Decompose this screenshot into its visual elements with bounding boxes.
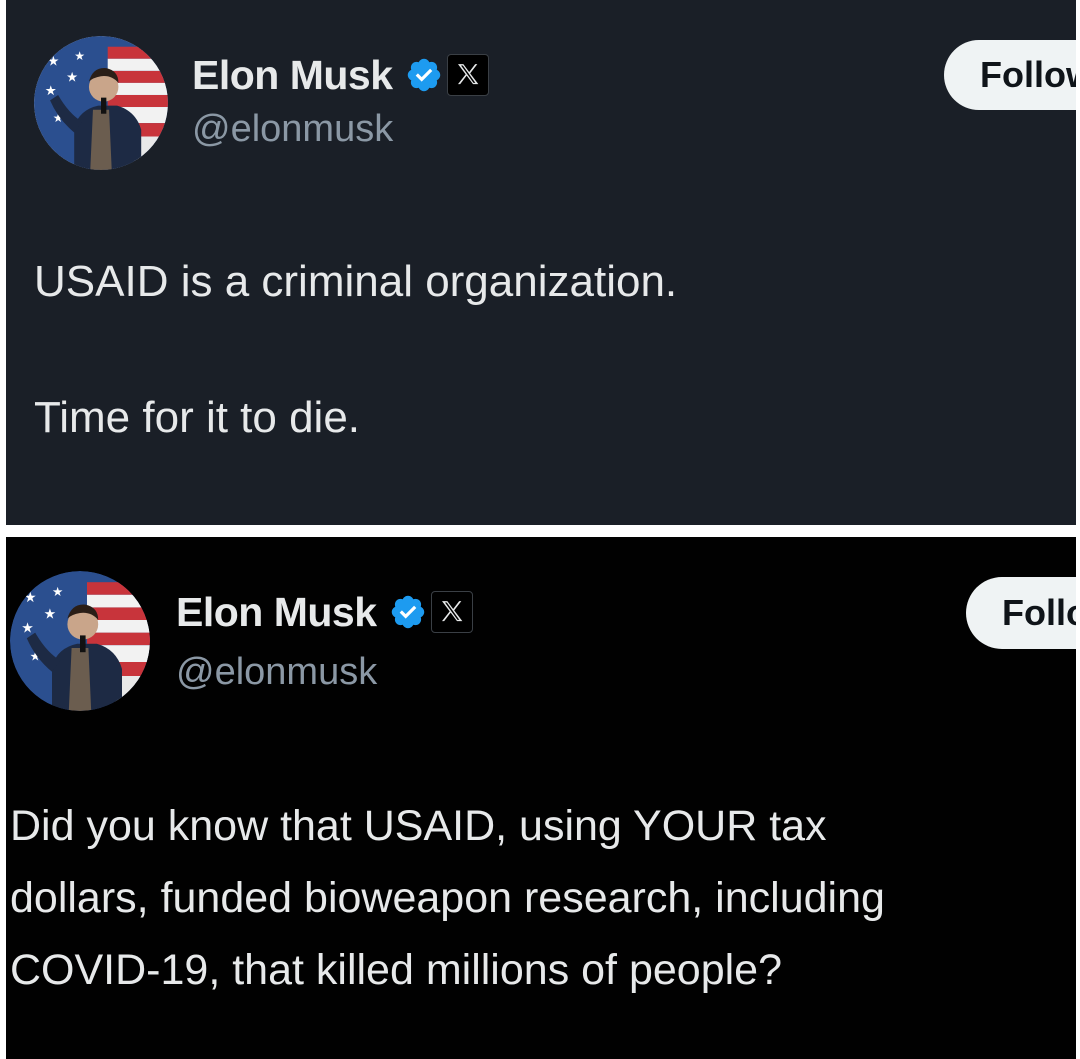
follow-button[interactable]: Follow xyxy=(944,40,1076,110)
author-row: Elon Musk xyxy=(192,50,489,100)
svg-text:★: ★ xyxy=(74,49,85,63)
follow-button[interactable]: Follow xyxy=(966,577,1076,649)
x-logo-icon xyxy=(446,54,489,96)
svg-text:★: ★ xyxy=(66,71,78,86)
author-row: Elon Musk xyxy=(176,587,473,637)
svg-text:★: ★ xyxy=(24,590,37,606)
author-display-name[interactable]: Elon Musk xyxy=(176,589,377,636)
svg-text:★: ★ xyxy=(52,584,63,599)
avatar-photo-icon: ★ ★ ★ ★ ★ xyxy=(34,36,168,170)
avatar[interactable]: ★ ★ ★ ★ ★ xyxy=(10,571,150,711)
avatar-photo-icon: ★ ★ ★ ★ ★ xyxy=(10,571,150,711)
author-display-name[interactable]: Elon Musk xyxy=(192,52,393,99)
svg-text:★: ★ xyxy=(21,621,34,637)
tweet-card-1: ★ ★ ★ ★ ★ Elon Musk @elonmusk Follo USAI… xyxy=(6,0,1076,525)
svg-text:★: ★ xyxy=(44,607,57,623)
svg-text:★: ★ xyxy=(45,84,57,99)
verified-badge-icon[interactable] xyxy=(389,593,427,631)
author-handle[interactable]: @elonmusk xyxy=(192,108,393,151)
tweet-text-line: dollars, funded bioweapon research, incl… xyxy=(10,874,885,922)
avatar[interactable]: ★ ★ ★ ★ ★ xyxy=(34,36,168,170)
tweet-text-line: Did you know that USAID, using YOUR tax xyxy=(10,802,827,850)
svg-text:★: ★ xyxy=(47,54,59,69)
verified-badge-icon[interactable] xyxy=(405,56,443,94)
tweet-text: Did you know that USAID, using YOUR tax … xyxy=(10,790,1076,1006)
tweet-text: USAID is a criminal organization. Time f… xyxy=(34,257,678,442)
tweet-card-2: ★ ★ ★ ★ ★ Elon Musk @elonmusk Foll Did y… xyxy=(6,537,1076,1059)
tweet-text-line: COVID-19, that killed millions of people… xyxy=(10,946,782,994)
author-handle[interactable]: @elonmusk xyxy=(176,651,377,694)
x-logo-icon xyxy=(430,591,473,633)
